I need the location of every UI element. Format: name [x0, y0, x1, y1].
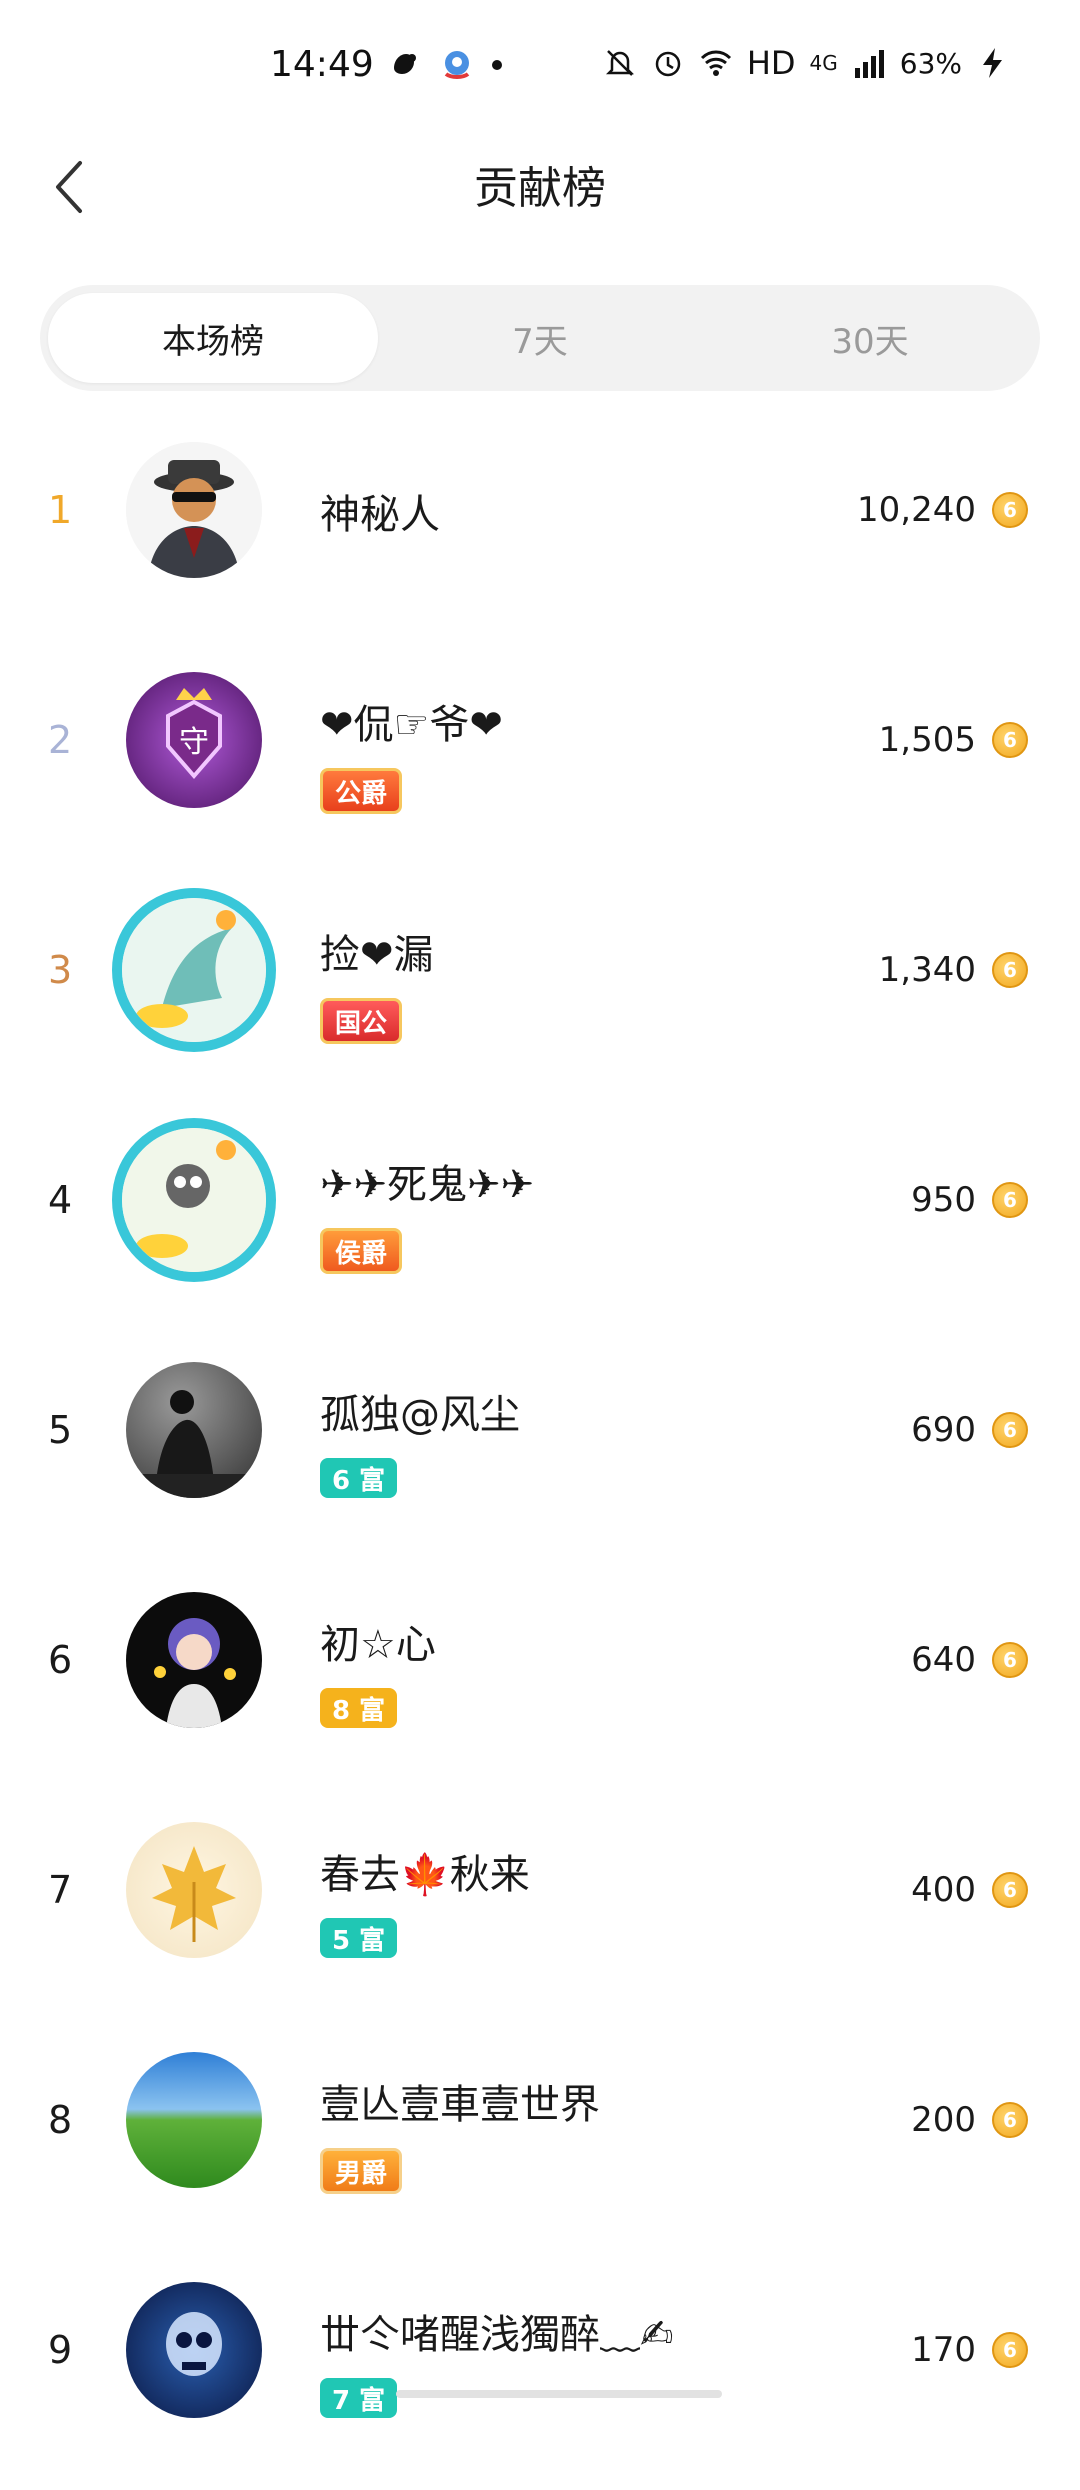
user-name: ❤侃☞爷❤: [320, 702, 503, 748]
ranking-row[interactable]: 5 孤独@风尘 6 富 690 6: [0, 1340, 1080, 1570]
contribution-score: 690: [911, 1410, 976, 1450]
contribution-score: 1,505: [878, 720, 976, 760]
page-title: 贡献榜: [474, 163, 606, 214]
wealth-level-badge: 6 富: [320, 1458, 398, 1498]
coin-icon: 6: [992, 2102, 1028, 2138]
contribution-score: 200: [911, 2100, 976, 2140]
user-name: 孤独@风尘: [320, 1392, 520, 1438]
coin-icon: 6: [992, 1872, 1028, 1908]
signal-label: 4G: [809, 51, 838, 75]
avatar[interactable]: 守: [126, 672, 262, 808]
app-notification-icon: [444, 51, 470, 79]
ranking-row[interactable]: 3 捡❤漏 国公 1,340 6: [0, 880, 1080, 1110]
user-name: 壹亾壹車壹世界: [320, 2082, 600, 2128]
avatar[interactable]: [126, 1822, 262, 1958]
status-bar: 14:49 HD 4G 63%: [0, 0, 1080, 130]
avatar[interactable]: [126, 442, 262, 578]
ranking-row[interactable]: 7 春去🍁秋来 5 富 400 6: [0, 1800, 1080, 2030]
contribution-score: 170: [911, 2330, 976, 2370]
avatar[interactable]: [126, 2282, 262, 2418]
app-notification-icon: [394, 54, 416, 74]
avatar[interactable]: [112, 1118, 276, 1282]
noble-badge: 国公: [320, 998, 403, 1044]
contribution-score: 1,340: [878, 950, 976, 990]
user-name: 神秘人: [320, 492, 440, 538]
noble-badge: 公爵: [320, 768, 403, 814]
wealth-level-badge: 7 富: [320, 2378, 398, 2418]
coin-icon: 6: [992, 952, 1028, 988]
contribution-score: 400: [911, 1870, 976, 1910]
coin-icon: 6: [992, 1412, 1028, 1448]
contribution-score: 950: [911, 1180, 976, 1220]
noble-badge: 侯爵: [320, 1228, 403, 1274]
user-name: 春去🍁秋来: [320, 1852, 530, 1898]
coin-icon: 6: [992, 1182, 1028, 1218]
user-name: ✈✈死鬼✈✈: [320, 1162, 535, 1208]
battery-percent: 63%: [899, 46, 962, 80]
wealth-level-badge: 5 富: [320, 1918, 398, 1958]
signal-bars-icon: [854, 50, 884, 78]
coin-icon: 6: [992, 1642, 1028, 1678]
network-type-label: HD: [746, 44, 796, 82]
rank-number: 5: [48, 1408, 73, 1452]
coin-icon: 6: [992, 492, 1028, 528]
rank-number: 1: [48, 488, 73, 532]
ranking-row[interactable]: 8 壹亾壹車壹世界 男爵 200 6: [0, 2030, 1080, 2260]
rank-number: 9: [48, 2328, 73, 2372]
ranking-list: 1 神秘人 10,240 6 2 守 ❤侃☞爷❤ 公爵 1,505 6 3 捡❤…: [0, 420, 1080, 2490]
contribution-score: 640: [911, 1640, 976, 1680]
user-name: 初☆心: [320, 1622, 436, 1668]
rank-number: 8: [48, 2098, 73, 2142]
coin-icon: 6: [992, 722, 1028, 758]
svg-text:守: 守: [179, 725, 209, 760]
mute-bell-icon: [605, 50, 634, 76]
rank-number: 6: [48, 1638, 73, 1682]
status-time: 14:49: [270, 44, 374, 85]
ranking-row[interactable]: 4 ✈✈死鬼✈✈ 侯爵 950 6: [0, 1110, 1080, 1340]
wealth-level-badge: 8 富: [320, 1688, 398, 1728]
wifi-icon: [700, 50, 731, 76]
rank-number: 2: [48, 718, 73, 762]
avatar[interactable]: [126, 1592, 262, 1728]
rank-number: 4: [48, 1178, 73, 1222]
rank-number: 7: [48, 1868, 73, 1912]
more-notifications-dot: [492, 60, 502, 70]
coin-icon: 6: [992, 2332, 1028, 2368]
ranking-row[interactable]: 6 初☆心 8 富 640 6: [0, 1570, 1080, 1800]
noble-badge: 男爵: [320, 2148, 403, 2194]
status-system-icons: HD 4G 63%: [603, 44, 1010, 82]
tab-current-show[interactable]: 本场榜: [48, 293, 378, 383]
avatar[interactable]: [126, 1362, 262, 1498]
charging-icon: [983, 48, 1002, 78]
alarm-icon: [655, 51, 681, 77]
ranking-row[interactable]: 2 守 ❤侃☞爷❤ 公爵 1,505 6: [0, 650, 1080, 880]
avatar[interactable]: [112, 888, 276, 1052]
page-header: 贡献榜: [0, 130, 1080, 240]
contribution-score: 10,240: [857, 490, 976, 530]
period-tabs: 本场榜 7天 30天: [40, 285, 1040, 391]
avatar[interactable]: [126, 2052, 262, 2188]
tab-30-days[interactable]: 30天: [705, 293, 1035, 383]
user-name: 丗仒啫醒浅獨醉﹏✍: [320, 2312, 674, 2358]
ranking-row[interactable]: 9 丗仒啫醒浅獨醉﹏✍ 7 富 170 6: [0, 2260, 1080, 2490]
rank-number: 3: [48, 948, 73, 992]
ranking-row[interactable]: 1 神秘人 10,240 6: [0, 420, 1080, 650]
user-name: 捡❤漏: [320, 932, 434, 978]
status-notification-icons: [388, 48, 502, 82]
bottom-scroll-indicator: [396, 2390, 722, 2398]
tab-7-days[interactable]: 7天: [375, 293, 705, 383]
